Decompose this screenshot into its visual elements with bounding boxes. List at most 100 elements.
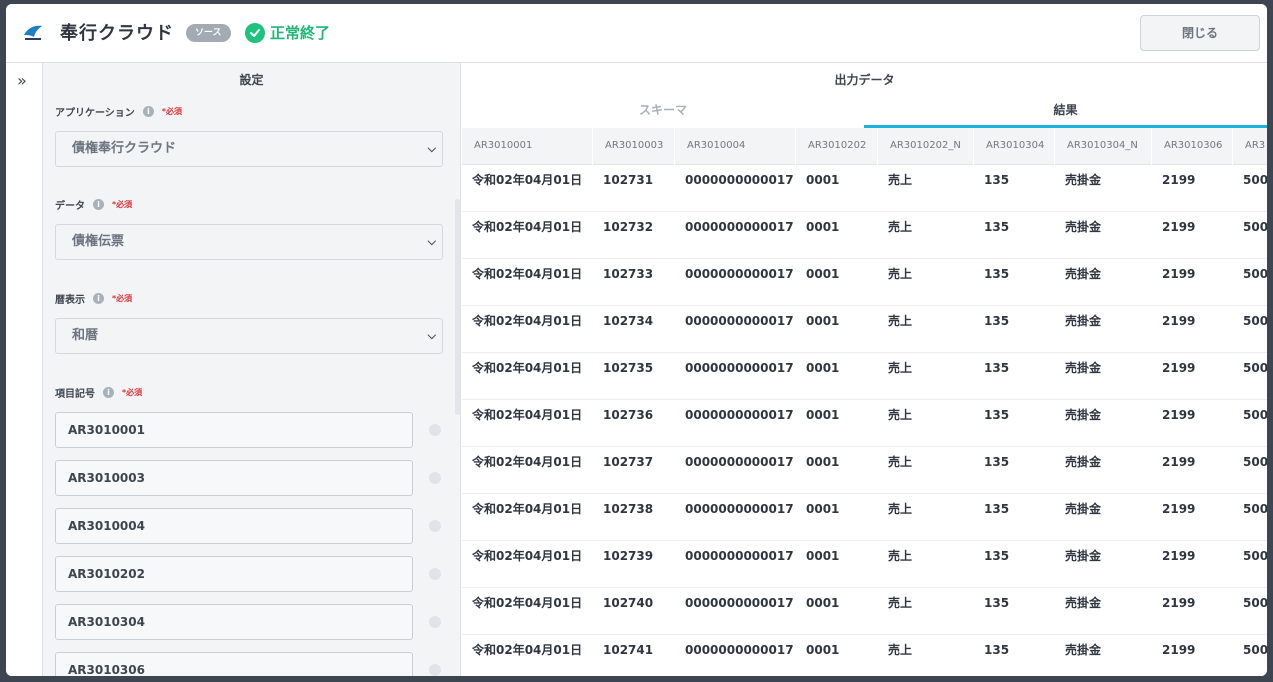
- table-row: 令和02年04月01日 102734 0000000000017 0001 売上 135 売…: [462, 306, 1267, 353]
- table-cell: 135: [984, 502, 1010, 516]
- column-header[interactable]: AR3010001: [462, 128, 593, 165]
- table-cell: 令和02年04月01日: [472, 549, 583, 563]
- application-select[interactable]: 債権奉行クラウド ⌵: [55, 131, 443, 167]
- required-mark: *必須: [161, 107, 182, 116]
- remove-item-icon[interactable]: [429, 424, 441, 436]
- app-logo-icon: [24, 25, 42, 40]
- table-cell: 500: [1243, 643, 1267, 657]
- table-cell: 売上: [888, 220, 913, 234]
- table-cell: 0001: [806, 596, 840, 610]
- table-cell: 売上: [888, 643, 913, 657]
- table-cell: 102735: [603, 361, 654, 375]
- settings-scrollbar[interactable]: [455, 199, 460, 415]
- expand-panel-icon[interactable]: »: [17, 71, 27, 90]
- table-cell: 500: [1243, 596, 1267, 610]
- column-header[interactable]: AR3010202: [796, 128, 878, 165]
- application-select-value: 債権奉行クラウド: [72, 141, 177, 156]
- table-cell: 令和02年04月01日: [472, 173, 583, 187]
- status-indicator: 正常終了: [245, 22, 330, 43]
- table-cell: 売上: [888, 314, 913, 328]
- table-cell: 500: [1243, 455, 1267, 469]
- table-cell: 135: [984, 455, 1010, 469]
- table-cell: 102733: [603, 267, 654, 281]
- table-row: 令和02年04月01日 102736 0000000000017 0001 売上 135 売…: [462, 400, 1267, 447]
- item-code-input[interactable]: AR3010304: [55, 604, 413, 640]
- table-cell: 売上: [888, 361, 913, 375]
- column-header[interactable]: AR3010306: [1152, 128, 1233, 165]
- table-cell: 500: [1243, 549, 1267, 563]
- info-icon[interactable]: i: [103, 387, 114, 398]
- data-label: データ i *必須: [55, 197, 132, 212]
- table-cell: 135: [984, 173, 1010, 187]
- table-cell: 102731: [603, 173, 654, 187]
- column-header[interactable]: AR3010304_N: [1055, 128, 1152, 165]
- table-cell: 売掛金: [1065, 549, 1102, 563]
- table-cell: 売掛金: [1065, 643, 1102, 657]
- table-cell: 令和02年04月01日: [472, 643, 583, 657]
- table-cell: 135: [984, 549, 1010, 563]
- table-cell: 500: [1243, 173, 1267, 187]
- table-cell: 0001: [806, 220, 840, 234]
- table-cell: 売上: [888, 267, 913, 281]
- table-row: 令和02年04月01日 102740 0000000000017 0001 売上 135 売…: [462, 588, 1267, 635]
- remove-item-icon[interactable]: [429, 664, 441, 676]
- table-row: 令和02年04月01日 102732 0000000000017 0001 売上 135 売…: [462, 212, 1267, 259]
- table-cell: 0001: [806, 549, 840, 563]
- tab-result[interactable]: 結果: [864, 98, 1267, 128]
- table-cell: 令和02年04月01日: [472, 408, 583, 422]
- table-cell: 0001: [806, 455, 840, 469]
- table-cell: 500: [1243, 361, 1267, 375]
- close-button[interactable]: 閉じる: [1140, 15, 1260, 51]
- item-code-input[interactable]: AR3010001: [55, 412, 413, 448]
- table-row: 令和02年04月01日 102735 0000000000017 0001 売上 135 売…: [462, 353, 1267, 400]
- settings-panel: 設定 アプリケーション i *必須 債権奉行クラウド ⌵ データ i *必須 債…: [43, 63, 461, 676]
- table-cell: 2199: [1162, 220, 1196, 234]
- data-select[interactable]: 債権伝票 ⌵: [55, 224, 443, 260]
- table-cell: 102732: [603, 220, 654, 234]
- info-icon[interactable]: i: [142, 106, 154, 117]
- table-cell: 2199: [1162, 643, 1196, 657]
- table-row: 令和02年04月01日 102739 0000000000017 0001 売上 135 売…: [462, 541, 1267, 588]
- table-cell: 0001: [806, 173, 840, 187]
- calendar-select[interactable]: 和暦 ⌵: [55, 318, 443, 354]
- table-cell: 0000000000017: [685, 408, 794, 422]
- remove-item-icon[interactable]: [429, 520, 441, 532]
- data-select-value: 債権伝票: [72, 234, 125, 249]
- table-cell: 売掛金: [1065, 314, 1102, 328]
- column-header[interactable]: AR3010304: [974, 128, 1055, 165]
- item-code-input[interactable]: AR3010306: [55, 652, 413, 676]
- info-icon[interactable]: i: [93, 293, 104, 304]
- table-cell: 2199: [1162, 267, 1196, 281]
- table-cell: 0000000000017: [685, 173, 794, 187]
- table-row: 令和02年04月01日 102731 0000000000017 0001 売上 135 売…: [462, 165, 1267, 212]
- remove-item-icon[interactable]: [429, 568, 441, 580]
- table-cell: 2199: [1162, 314, 1196, 328]
- dialog-header: 奉行クラウド ソース 正常終了 閉じる: [6, 4, 1267, 63]
- table-cell: 2199: [1162, 361, 1196, 375]
- table-row: 令和02年04月01日 102737 0000000000017 0001 売上 135 売…: [462, 447, 1267, 494]
- table-cell: 102739: [603, 549, 654, 563]
- column-header[interactable]: AR3010003: [593, 128, 675, 165]
- table-cell: 売掛金: [1065, 267, 1102, 281]
- remove-item-icon[interactable]: [429, 472, 441, 484]
- table-cell: 売上: [888, 502, 913, 516]
- table-cell: 2199: [1162, 455, 1196, 469]
- table-cell: 売掛金: [1065, 502, 1102, 516]
- item-code-input[interactable]: AR3010003: [55, 460, 413, 496]
- column-header[interactable]: AR3010202_N: [878, 128, 974, 165]
- item-code-input[interactable]: AR3010202: [55, 556, 413, 592]
- side-rail: »: [6, 63, 43, 676]
- remove-item-icon[interactable]: [429, 616, 441, 628]
- tab-schema[interactable]: スキーマ: [462, 98, 864, 128]
- table-cell: 500: [1243, 314, 1267, 328]
- output-panel: 出力データ スキーマ 結果 AR3010001 AR3010003 AR301000…: [462, 63, 1267, 676]
- data-label-text: データ: [55, 201, 85, 212]
- table-cell: 0000000000017: [685, 220, 794, 234]
- info-icon[interactable]: i: [93, 199, 104, 210]
- table-cell: 売掛金: [1065, 408, 1102, 422]
- table-cell: 135: [984, 596, 1010, 610]
- column-header[interactable]: AR3: [1233, 128, 1267, 165]
- chevron-down-icon: ⌵: [427, 329, 436, 342]
- column-header[interactable]: AR3010004: [675, 128, 796, 165]
- item-code-input[interactable]: AR3010004: [55, 508, 413, 544]
